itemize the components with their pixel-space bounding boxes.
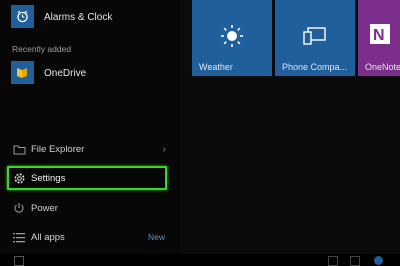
app-onedrive[interactable]: OneDrive — [0, 60, 180, 86]
power-icon — [12, 201, 26, 215]
tile-label: OneNote — [365, 62, 400, 72]
app-alarms-clock[interactable]: Alarms & Clock — [0, 4, 180, 30]
taskbar-app-icon[interactable] — [328, 256, 338, 266]
taskbar-app-icon[interactable] — [374, 256, 383, 265]
all-apps-label: All apps — [31, 231, 65, 243]
taskbar-app-icon[interactable] — [350, 256, 360, 266]
svg-text:N: N — [373, 27, 385, 44]
gear-icon — [12, 171, 26, 185]
settings-item[interactable]: Settings — [4, 166, 172, 190]
new-badge: New — [148, 232, 166, 242]
power-label: Power — [31, 202, 58, 214]
tile-label: Weather — [199, 62, 233, 72]
power-item[interactable]: Power — [4, 196, 172, 220]
recently-added-heading: Recently added — [12, 44, 72, 54]
tile-onenote[interactable]: N OneNote — [358, 0, 400, 76]
tile-phone-companion[interactable]: Phone Compa... — [275, 0, 355, 76]
tile-weather[interactable]: Weather — [192, 0, 272, 76]
settings-label: Settings — [31, 172, 66, 184]
tile-label: Phone Compa... — [282, 62, 348, 72]
list-icon — [12, 230, 26, 244]
windows-start-icon[interactable] — [14, 256, 24, 266]
file-explorer-item[interactable]: File Explorer › — [4, 137, 172, 161]
phone-companion-icon — [303, 26, 327, 51]
tiles-pane: Weather Phone Compa... N OneNote — [180, 0, 400, 266]
start-menu-left-pane: Alarms & Clock Recently added OneDrive F… — [0, 0, 180, 266]
app-label: Alarms & Clock — [44, 12, 113, 23]
chevron-right-icon[interactable]: › — [163, 144, 166, 155]
file-explorer-label: File Explorer — [31, 143, 85, 155]
app-label: OneDrive — [44, 68, 87, 79]
taskbar — [0, 254, 400, 266]
folder-icon — [12, 142, 26, 156]
onenote-icon: N — [368, 22, 398, 51]
all-apps-item[interactable]: All apps New — [4, 225, 172, 249]
sun-icon — [220, 24, 244, 53]
alarm-clock-icon — [11, 5, 34, 28]
onedrive-icon — [11, 61, 34, 84]
